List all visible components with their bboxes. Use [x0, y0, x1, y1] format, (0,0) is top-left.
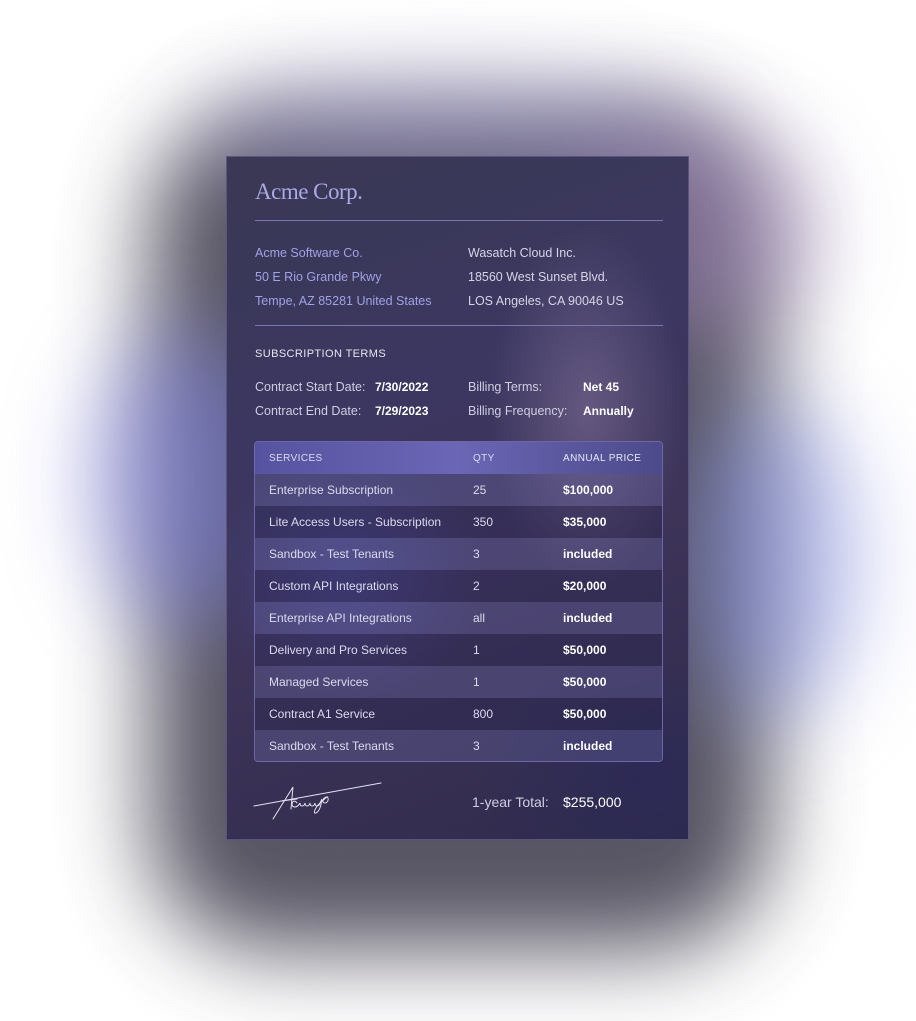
end-date-label: Contract End Date:: [255, 404, 362, 418]
table-row: Sandbox - Test Tenants 3 included: [255, 538, 662, 570]
table-row: Lite Access Users - Subscription 350 $35,0…: [255, 506, 662, 538]
total-label: 1-year Total:: [472, 794, 549, 810]
header-annual-price: ANNUAL PRICE: [563, 452, 642, 464]
total-value: $255,000: [563, 794, 622, 810]
cell-qty: 25: [473, 483, 487, 497]
buyer-city: LOS Angeles, CA 90046 US: [468, 294, 624, 308]
cell-price: $100,000: [563, 483, 614, 497]
company-logo: Acme Corp.: [255, 179, 363, 204]
contract-dates-values: 7/30/2022 7/29/2023: [375, 375, 428, 423]
cell-price: $50,000: [563, 675, 607, 689]
cell-service: Delivery and Pro Services: [269, 643, 408, 657]
seller-street: 50 E Rio Grande Pkwy: [255, 270, 382, 284]
cell-price: $50,000: [563, 643, 607, 657]
buyer-street: 18560 West Sunset Blvd.: [468, 270, 609, 284]
billing-labels: Billing Terms: Billing Frequency:: [468, 375, 567, 423]
cell-service: Enterprise Subscription: [269, 483, 394, 497]
header-services: SERVICES: [269, 452, 323, 464]
table-row: Managed Services 1 $50,000: [255, 666, 662, 698]
cell-service: Enterprise API Integrations: [269, 611, 412, 625]
cell-qty: 800: [473, 707, 494, 721]
cell-service: Managed Services: [269, 675, 369, 689]
billing-frequency-value: Annually: [583, 404, 634, 418]
backdrop-glow: [680, 400, 860, 720]
end-date-value: 7/29/2023: [375, 404, 429, 418]
cell-price: included: [563, 739, 613, 753]
seller-city: Tempe, AZ 85281 United States: [255, 294, 432, 308]
billing-frequency-label: Billing Frequency:: [468, 404, 568, 418]
services-table: SERVICES QTY ANNUAL PRICE Enterprise Sub…: [254, 441, 663, 762]
start-date-value: 7/30/2022: [375, 380, 429, 394]
cell-service: Lite Access Users - Subscription: [269, 515, 442, 529]
cell-price: $35,000: [563, 515, 607, 529]
cell-qty: 1: [473, 675, 480, 689]
table-row: Delivery and Pro Services 1 $50,000: [255, 634, 662, 666]
buyer-address: Wasatch Cloud Inc. 18560 West Sunset Blv…: [468, 241, 624, 313]
table-row: Custom API Integrations 2 $20,000: [255, 570, 662, 602]
table-row: Enterprise API Integrations all included: [255, 602, 662, 634]
cell-price: included: [563, 611, 613, 625]
table-header: SERVICES QTY ANNUAL PRICE: [255, 442, 662, 474]
cell-qty: 350: [473, 515, 494, 529]
cell-service: Sandbox - Test Tenants: [269, 547, 394, 561]
cell-qty: 1: [473, 643, 480, 657]
cell-qty: all: [473, 611, 486, 625]
billing-terms-value: Net 45: [583, 380, 620, 394]
cell-price: $20,000: [563, 579, 607, 593]
divider: [255, 220, 663, 221]
cell-service: Custom API Integrations: [269, 579, 399, 593]
cell-qty: 2: [473, 579, 480, 593]
contract-dates-labels: Contract Start Date: Contract End Date:: [255, 375, 365, 423]
start-date-label: Contract Start Date:: [255, 380, 366, 394]
seller-name: Acme Software Co.: [255, 246, 363, 260]
billing-terms-label: Billing Terms:: [468, 380, 543, 394]
billing-values: Net 45 Annually: [583, 375, 634, 423]
cell-service: Contract A1 Service: [269, 707, 376, 721]
buyer-name: Wasatch Cloud Inc.: [468, 246, 576, 260]
cell-service: Sandbox - Test Tenants: [269, 739, 394, 753]
cell-price: included: [563, 547, 613, 561]
cell-qty: 3: [473, 547, 480, 561]
header-qty: QTY: [473, 452, 495, 464]
signature: [253, 782, 382, 820]
table-row: Sandbox - Test Tenants 3 included: [255, 730, 662, 761]
contract-card: Acme Corp. Acme Software Co. 50 E Rio Gr…: [226, 156, 689, 840]
cell-qty: 3: [473, 739, 480, 753]
section-heading: SUBSCRIPTION TERMS: [255, 348, 387, 360]
table-row: Contract A1 Service 800 $50,000: [255, 698, 662, 730]
divider: [255, 325, 663, 326]
cell-price: $50,000: [563, 707, 607, 721]
seller-address: Acme Software Co. 50 E Rio Grande Pkwy T…: [255, 241, 432, 313]
table-row: Enterprise Subscription 25 $100,000: [255, 474, 662, 506]
